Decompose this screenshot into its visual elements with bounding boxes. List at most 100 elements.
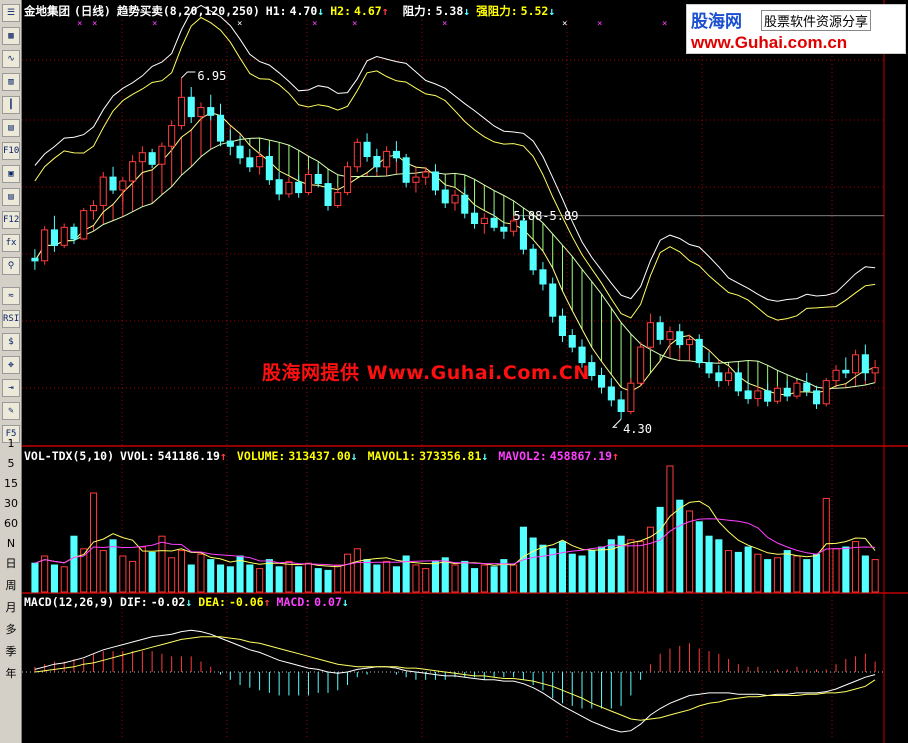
candle-body-42 — [441, 189, 449, 204]
f12-icon[interactable]: F12 — [2, 211, 20, 229]
candle-body-22 — [246, 157, 254, 168]
macd-arrow: ↓ — [341, 595, 349, 609]
volume-bar-29 — [314, 568, 322, 593]
mavol1-label: MAVOL1: — [367, 449, 417, 463]
volume-bar-0 — [31, 562, 39, 593]
period-8[interactable]: 月 — [0, 600, 22, 616]
candle-icon[interactable]: ┃ — [2, 96, 20, 114]
candle-body-4 — [70, 226, 78, 240]
volume-bar-76 — [773, 557, 782, 593]
period-5[interactable]: N — [0, 536, 22, 552]
dif-line — [34, 629, 876, 733]
candle-body-76 — [773, 387, 782, 402]
volume-arrow: ↓ — [350, 449, 358, 463]
signal-mark-8: × — [597, 19, 602, 29]
candle-body-32 — [344, 166, 352, 194]
volume-bar-30 — [324, 569, 332, 593]
volume-bar-2 — [50, 564, 58, 593]
volume-value: 313437.00 — [288, 449, 351, 463]
volume-bar-12 — [148, 551, 156, 593]
volume-bar-66 — [676, 499, 684, 593]
volume-bar-34 — [363, 559, 371, 593]
macd-value: 0.07 — [314, 595, 342, 609]
volume-bar-13 — [158, 535, 166, 593]
volume-bar-22 — [246, 564, 254, 593]
period-2[interactable]: 15 — [0, 476, 22, 492]
candle-body-23 — [256, 156, 264, 168]
candle-body-28 — [304, 174, 312, 193]
doc-icon[interactable]: ▤ — [2, 188, 20, 206]
volume-bar-71 — [725, 550, 733, 593]
volume-bar-56 — [578, 555, 586, 593]
candle-body-29 — [314, 174, 322, 184]
volume-bar-14 — [168, 557, 176, 593]
candle-body-64 — [656, 322, 664, 340]
candle-body-47 — [490, 217, 498, 228]
candle-body-53 — [549, 283, 557, 317]
volume-bar-68 — [695, 521, 703, 593]
mavol2-arrow: ↑ — [612, 449, 620, 463]
bar-icon[interactable]: ▥ — [2, 73, 20, 91]
candle-body-26 — [285, 181, 293, 195]
period-3[interactable]: 30 — [0, 496, 22, 512]
vvol-label: VVOL: — [120, 449, 155, 463]
volume-bar-17 — [197, 553, 205, 593]
candle-body-83 — [842, 369, 850, 374]
trend-icon[interactable]: ∿ — [2, 50, 20, 68]
candle-body-55 — [568, 335, 576, 348]
candle-body-61 — [627, 382, 635, 413]
candle-body-7 — [99, 176, 107, 206]
volume-bar-25 — [275, 566, 283, 593]
candle-body-30 — [324, 183, 332, 207]
volume-bar-26 — [285, 560, 293, 593]
candle-body-60 — [617, 399, 625, 412]
h1-arrow: ↓ — [317, 4, 325, 18]
candle-body-85 — [861, 354, 869, 374]
candle-body-10 — [129, 161, 137, 182]
period-4[interactable]: 60 — [0, 516, 22, 532]
candle-body-80 — [813, 390, 821, 405]
candle-body-17 — [197, 107, 205, 118]
list-icon[interactable]: ☰ — [2, 4, 20, 22]
candle-body-82 — [832, 369, 840, 382]
period-1[interactable]: 5 — [0, 456, 22, 472]
volume-bar-77 — [783, 550, 791, 593]
fx-icon[interactable]: fx — [2, 234, 20, 252]
pen-icon[interactable]: ✎ — [2, 402, 20, 420]
low-label: 4.30 — [623, 422, 652, 436]
volume-bar-11 — [138, 546, 146, 593]
period-6[interactable]: 日 — [0, 556, 22, 572]
rsi-icon[interactable]: RSI — [2, 310, 20, 328]
move-icon[interactable]: ✥ — [2, 356, 20, 374]
volume-bar-15 — [177, 550, 185, 593]
dea-arrow: ↑ — [263, 595, 271, 609]
tool-icon[interactable]: $ — [2, 333, 20, 351]
report-icon[interactable]: ▣ — [2, 165, 20, 183]
candle-body-13 — [158, 145, 166, 165]
candle-body-69 — [705, 362, 713, 374]
candle-body-74 — [754, 390, 762, 400]
period-9[interactable]: 多 — [0, 622, 22, 638]
grid-icon[interactable]: ▤ — [2, 119, 20, 137]
table-icon[interactable]: ▦ — [2, 27, 20, 45]
search-icon[interactable]: ⚲ — [2, 257, 20, 275]
candle-body-33 — [353, 141, 361, 168]
exit-icon[interactable]: ⇥ — [2, 379, 20, 397]
volume-bar-19 — [217, 564, 225, 593]
period-0[interactable]: 1 — [0, 436, 22, 452]
candle-body-86 — [871, 367, 879, 374]
dea-line — [34, 636, 876, 721]
ma-icon[interactable]: ≈ — [2, 287, 20, 305]
vvol-arrow: ↑ — [219, 449, 227, 463]
f10-icon[interactable]: F10 — [2, 142, 20, 160]
period-10[interactable]: 季 — [0, 644, 22, 660]
volume-bar-4 — [70, 535, 78, 593]
candle-body-54 — [558, 315, 567, 337]
period-7[interactable]: 周 — [0, 578, 22, 594]
volume-bar-32 — [344, 553, 352, 593]
volume-bar-70 — [715, 539, 723, 593]
volume-bar-23 — [256, 568, 264, 593]
volume-bar-21 — [236, 555, 244, 593]
volume-bar-45 — [471, 568, 479, 593]
period-11[interactable]: 年 — [0, 666, 22, 682]
